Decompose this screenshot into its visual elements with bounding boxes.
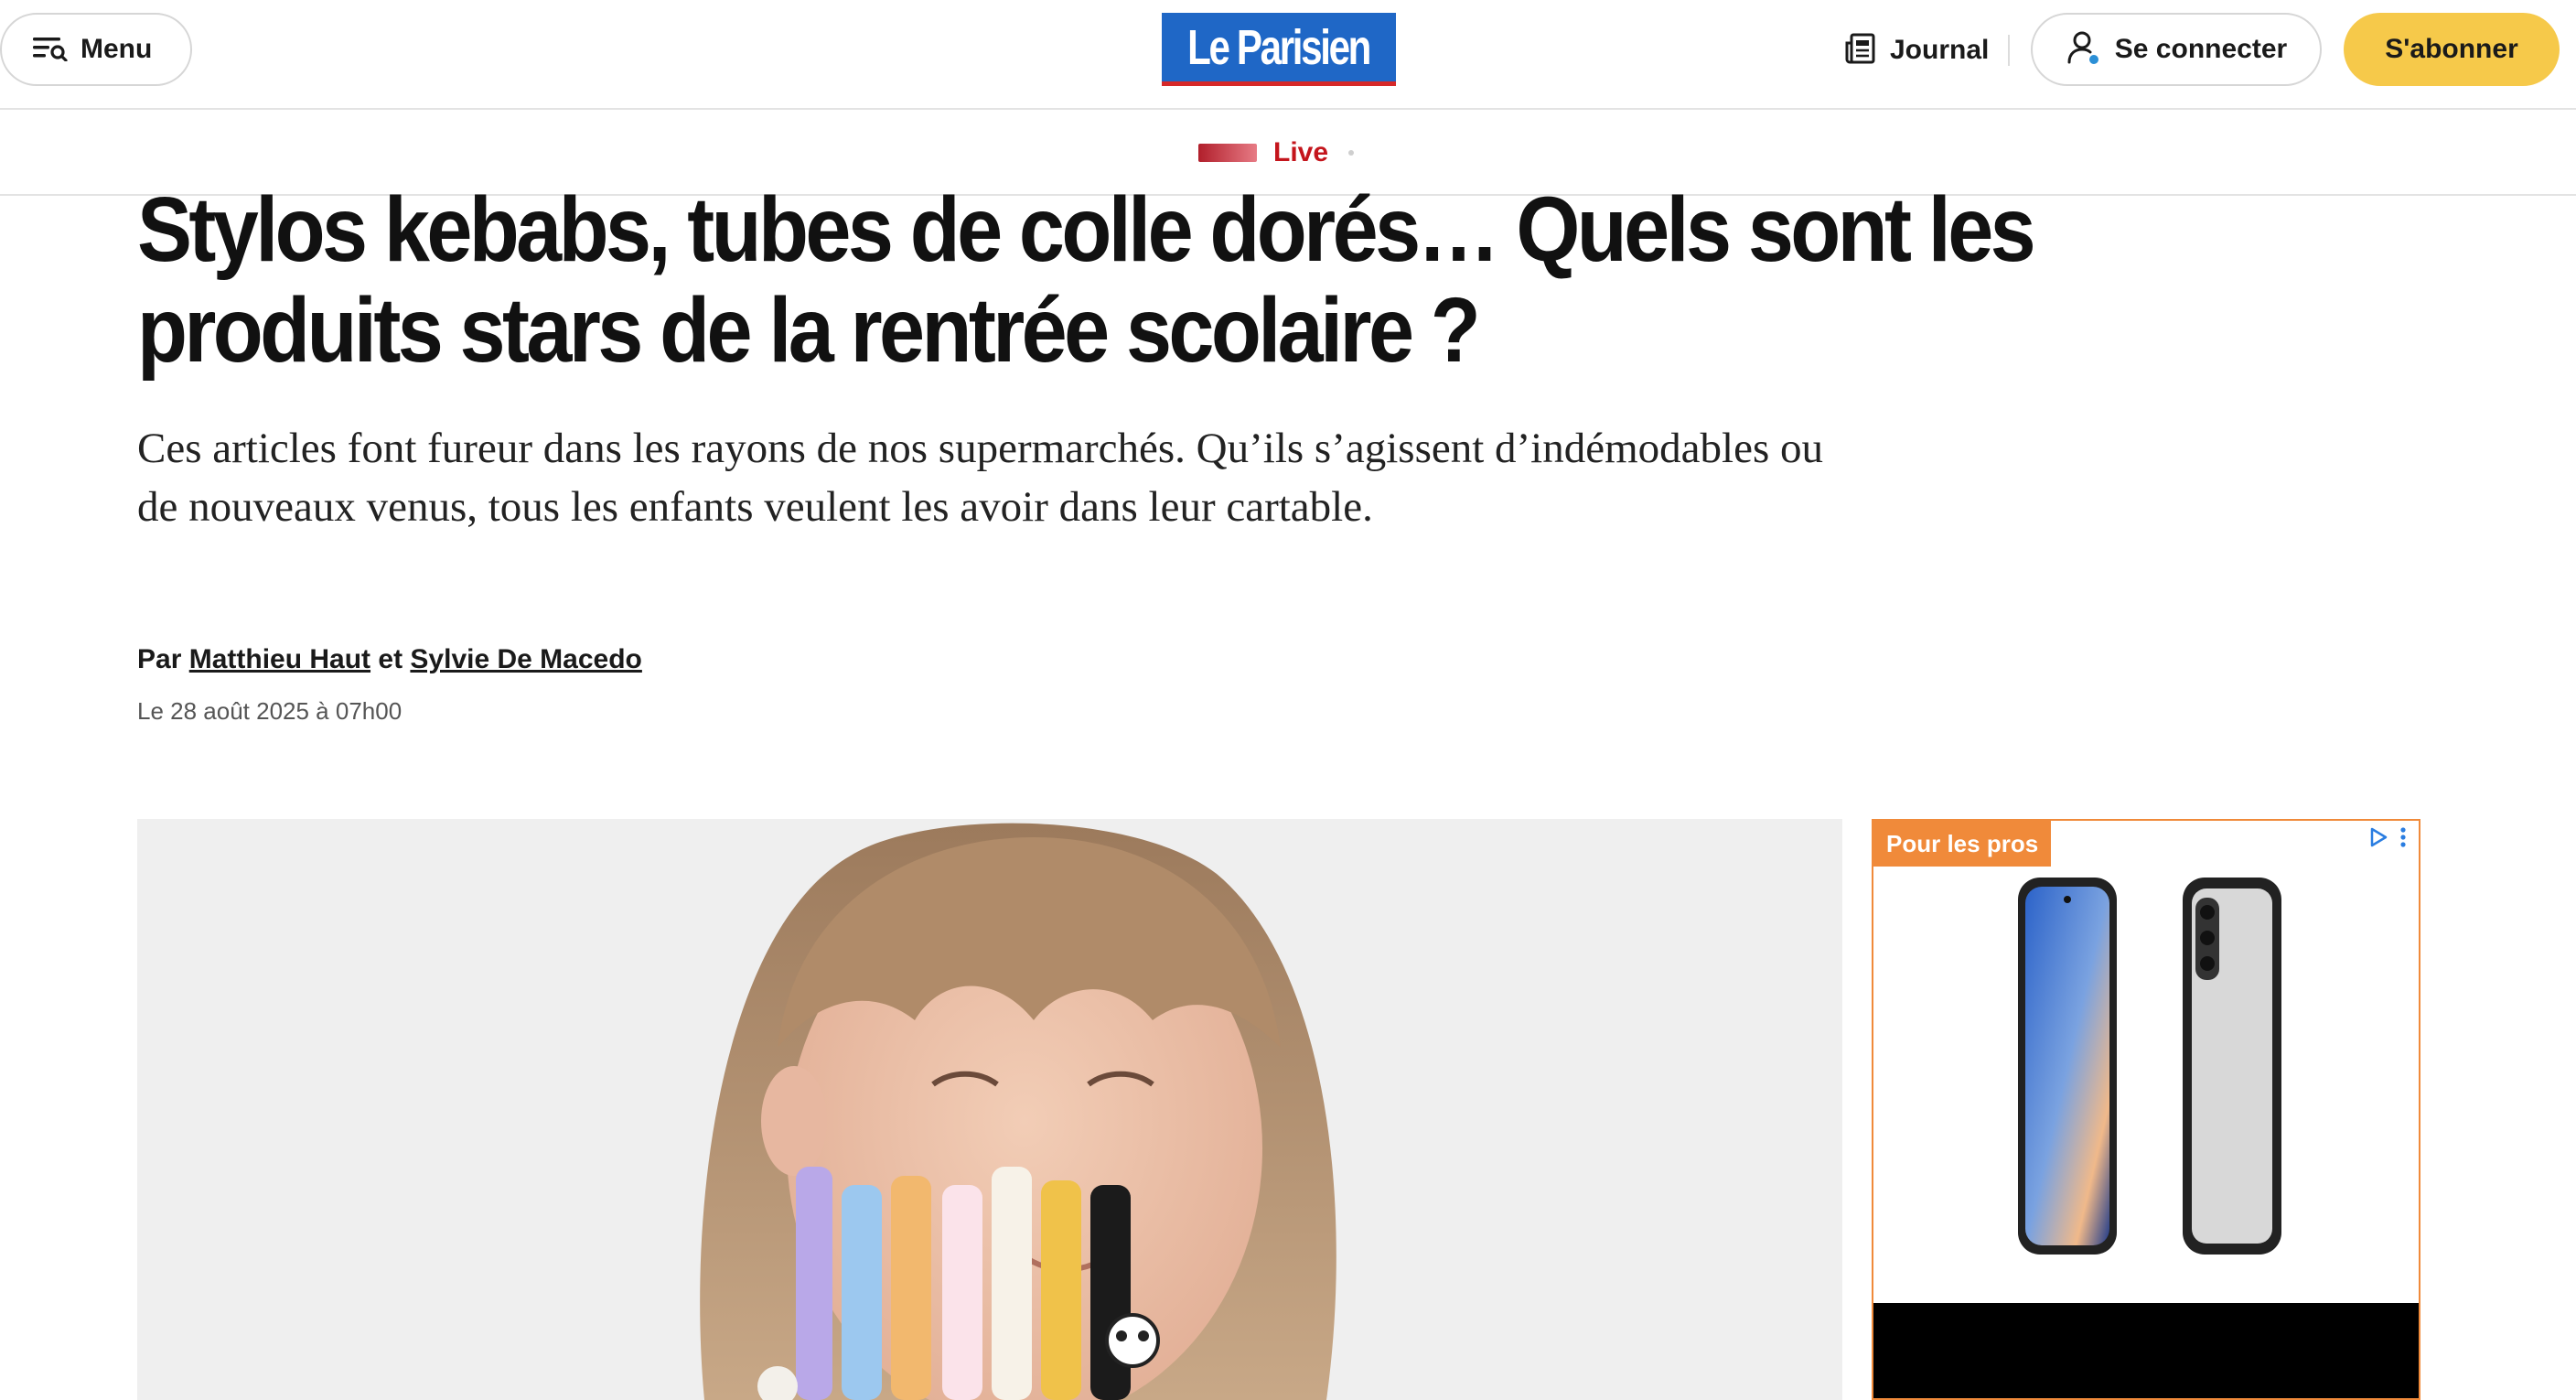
menu-label: Menu xyxy=(80,34,153,64)
live-link[interactable]: Live xyxy=(1198,137,1355,168)
menu-button[interactable]: Menu xyxy=(0,13,192,86)
ad-label: Pour les pros xyxy=(1873,821,2052,867)
live-label: Live xyxy=(1273,137,1329,167)
menu-icon xyxy=(31,34,68,66)
byline-prefix: Par xyxy=(137,644,182,674)
adchoices-icon[interactable] xyxy=(2367,826,2389,853)
ad-footer-video[interactable] xyxy=(1873,1303,2419,1398)
live-dot-icon xyxy=(1348,150,1355,156)
journal-label: Journal xyxy=(1890,35,1990,65)
subscribe-label: S'abonner xyxy=(2385,34,2518,64)
header-divider xyxy=(2008,35,2010,66)
byline-conjunction: et xyxy=(378,644,403,674)
author-link-1[interactable]: Matthieu Haut xyxy=(189,644,370,674)
article-lede: Ces articles font fureur dans les rayons… xyxy=(137,425,1823,531)
publish-date: Le 28 août 2025 à 07h00 xyxy=(137,697,402,725)
article-headline: Stylos kebabs, tubes de colle dorés… Que… xyxy=(137,178,2036,382)
ad-label-text: Pour les pros xyxy=(1886,829,2039,857)
ad-product-image[interactable] xyxy=(1873,867,2419,1306)
live-indicator-icon xyxy=(1198,144,1257,162)
login-label: Se connecter xyxy=(2114,34,2288,64)
author-link-2[interactable]: Sylvie De Macedo xyxy=(410,644,641,674)
logo-text: Le Parisien xyxy=(1187,19,1371,75)
login-button[interactable]: Se connecter xyxy=(2031,13,2322,86)
hero-image xyxy=(137,819,1842,1400)
site-header: Menu Le Parisien Journal Se connecter S'… xyxy=(0,0,2576,110)
journal-link[interactable]: Journal xyxy=(1844,27,1989,73)
site-logo[interactable]: Le Parisien xyxy=(1162,13,1396,86)
byline: Par Matthieu Haut et Sylvie De Macedo xyxy=(137,644,642,675)
user-icon xyxy=(2066,29,2102,70)
newspaper-icon xyxy=(1844,32,1877,70)
more-vertical-icon[interactable] xyxy=(2399,826,2408,853)
advertisement[interactable]: Pour les pros xyxy=(1872,819,2420,1400)
subscribe-button[interactable]: S'abonner xyxy=(2344,13,2560,86)
ad-controls xyxy=(2367,826,2408,853)
